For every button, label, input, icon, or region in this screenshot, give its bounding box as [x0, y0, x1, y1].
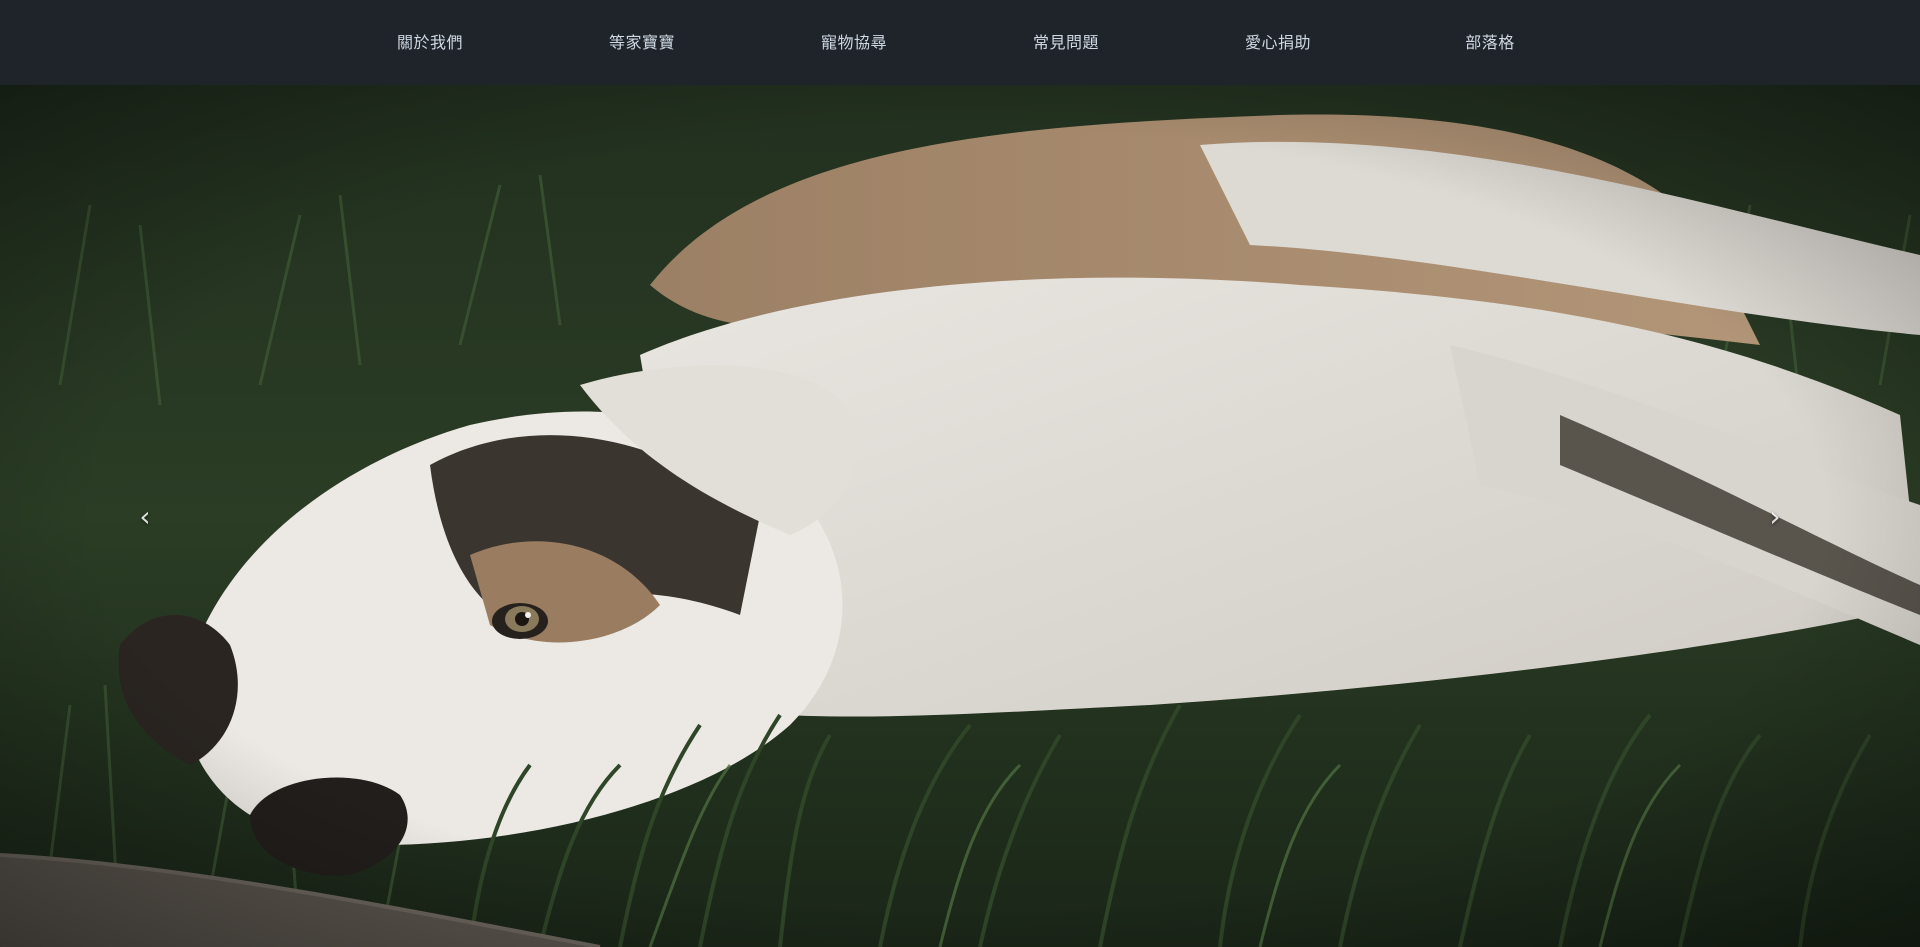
nav-item-about[interactable]: 關於我們 [324, 0, 536, 85]
nav-item-donate[interactable]: 愛心捐助 [1172, 0, 1384, 85]
chevron-right-icon: › [1769, 499, 1781, 533]
chevron-left-icon: ‹ [139, 499, 151, 533]
slide-image-dog-on-grass [0, 85, 1920, 947]
carousel-next-button[interactable]: › [1715, 85, 1835, 947]
nav-item-lost-pets[interactable]: 寵物協尋 [748, 0, 960, 85]
top-navbar: 關於我們 等家寶寶 寵物協尋 常見問題 愛心捐助 部落格 [0, 0, 1920, 85]
nav-item-blog[interactable]: 部落格 [1384, 0, 1596, 85]
nav-item-faq[interactable]: 常見問題 [960, 0, 1172, 85]
carousel-prev-button[interactable]: ‹ [85, 85, 205, 947]
nav-item-adopt[interactable]: 等家寶寶 [536, 0, 748, 85]
nav-menu: 關於我們 等家寶寶 寵物協尋 常見問題 愛心捐助 部落格 [324, 0, 1596, 85]
hero-carousel: ‹ › [0, 85, 1920, 947]
